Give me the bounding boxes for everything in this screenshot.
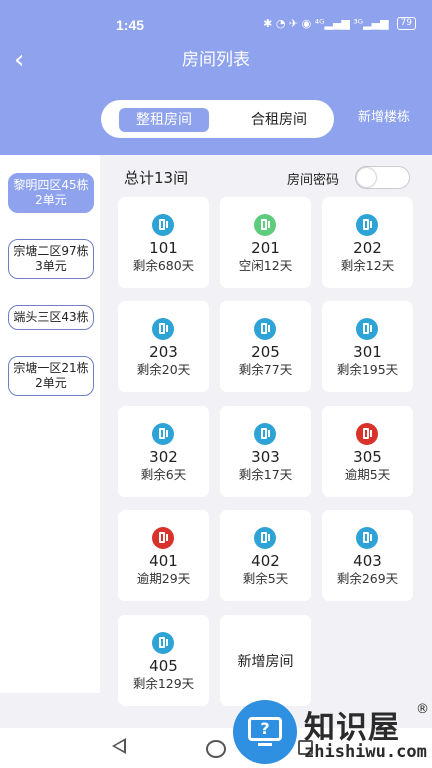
room-status: 剩余17天 <box>238 467 293 482</box>
tab-whole-rent[interactable]: 整租房间 <box>119 108 209 132</box>
room-number: 302 <box>149 448 178 466</box>
room-status: 剩余6天 <box>140 467 187 482</box>
sidebar-item-zongtang-1[interactable]: 宗塘一区21栋2单元 <box>8 356 94 396</box>
nav-home-icon[interactable] <box>206 740 226 758</box>
room-number: 303 <box>251 448 280 466</box>
nav-back-inner <box>115 741 124 751</box>
room-number: 101 <box>149 239 178 257</box>
watermark-question-icon: ? <box>248 717 282 741</box>
rent-type-tabs: 整租房间 合租房间 <box>101 100 334 138</box>
sidebar-item-zongtang-2[interactable]: 宗塘二区97栋3单元 <box>8 239 94 279</box>
watermark-registered: ® <box>416 702 429 717</box>
room-status: 剩余20天 <box>136 362 191 377</box>
door-icon <box>152 318 174 340</box>
room-status: 剩余269天 <box>336 571 399 586</box>
door-icon <box>152 423 174 445</box>
room-number: 201 <box>251 239 280 257</box>
room-card[interactable]: 405 剩余129天 <box>118 615 209 706</box>
room-number: 402 <box>251 552 280 570</box>
door-icon <box>356 318 378 340</box>
page-title: 房间列表 <box>182 50 250 70</box>
sidebar-item-duantou-3[interactable]: 端头三区43栋 <box>8 305 94 330</box>
sidebar-item-liming-4[interactable]: 黎明四区45栋2单元 <box>8 173 94 213</box>
door-icon <box>152 632 174 654</box>
door-icon <box>254 214 276 236</box>
room-number: 305 <box>353 448 382 466</box>
room-status: 剩余195天 <box>336 362 399 377</box>
watermark-url: zhishiwu.com <box>304 742 427 762</box>
room-number: 205 <box>251 343 280 361</box>
watermark-stand <box>258 743 272 746</box>
room-number: 403 <box>353 552 382 570</box>
door-icon <box>254 423 276 445</box>
door-icon <box>356 527 378 549</box>
room-card[interactable]: 303 剩余17天 <box>220 406 311 497</box>
watermark-name: 知识屋 <box>304 710 400 746</box>
door-icon <box>254 318 276 340</box>
room-status: 剩余680天 <box>132 258 195 273</box>
room-status: 剩余5天 <box>242 571 289 586</box>
room-status: 空闲12天 <box>238 258 293 273</box>
building-sidebar: 黎明四区45栋2单元 宗塘二区97栋3单元 端头三区43栋 宗塘一区21栋2单元 <box>0 155 100 693</box>
room-number: 401 <box>149 552 178 570</box>
room-number: 301 <box>353 343 382 361</box>
room-card[interactable]: 305 逾期5天 <box>322 406 413 497</box>
room-card[interactable]: 201 空闲12天 <box>220 197 311 288</box>
room-total: 总计13间 <box>124 169 189 187</box>
room-status: 剩余129天 <box>132 676 195 691</box>
battery-icon: 79 <box>396 17 416 30</box>
status-bar: 1:45 ✱ ◔ ✈ ◉ ⁴ᴳ▂▄▆ ³ᴳ▂▄▆ 79 <box>0 0 432 50</box>
room-password-label: 房间密码 <box>287 173 340 188</box>
room-number: 203 <box>149 343 178 361</box>
status-icons: ✱ ◔ ✈ ◉ ⁴ᴳ▂▄▆ ³ᴳ▂▄▆ 79 <box>263 17 416 30</box>
room-number: 405 <box>149 657 178 675</box>
door-icon <box>152 214 174 236</box>
tab-shared-rent[interactable]: 合租房间 <box>234 108 324 132</box>
room-card[interactable]: 301 剩余195天 <box>322 301 413 392</box>
room-card[interactable]: 302 剩余6天 <box>118 406 209 497</box>
room-status: 剩余77天 <box>238 362 293 377</box>
toggle-knob <box>357 168 376 187</box>
add-building-button[interactable]: 新增楼栋 <box>358 106 410 125</box>
add-room-label: 新增房间 <box>237 654 294 670</box>
room-card[interactable]: 401 逾期29天 <box>118 510 209 601</box>
room-card[interactable]: 202 剩余12天 <box>322 197 413 288</box>
room-status: 逾期5天 <box>344 467 391 482</box>
room-card[interactable]: 403 剩余269天 <box>322 510 413 601</box>
room-card[interactable]: 203 剩余20天 <box>118 301 209 392</box>
door-icon <box>356 214 378 236</box>
door-icon <box>152 527 174 549</box>
signal-icons: ✱ ◔ ✈ ◉ ⁴ᴳ▂▄▆ ³ᴳ▂▄▆ <box>263 17 389 30</box>
status-time: 1:45 <box>116 17 145 33</box>
room-card[interactable]: 101 剩余680天 <box>118 197 209 288</box>
room-card[interactable]: 402 剩余5天 <box>220 510 311 601</box>
room-card[interactable]: 205 剩余77天 <box>220 301 311 392</box>
room-status: 逾期29天 <box>136 571 191 586</box>
room-password-toggle[interactable] <box>355 166 410 189</box>
add-room-card[interactable]: 新增房间 <box>220 615 311 706</box>
room-number: 202 <box>353 239 382 257</box>
room-status: 剩余12天 <box>340 258 395 273</box>
door-icon <box>356 423 378 445</box>
door-icon <box>254 527 276 549</box>
